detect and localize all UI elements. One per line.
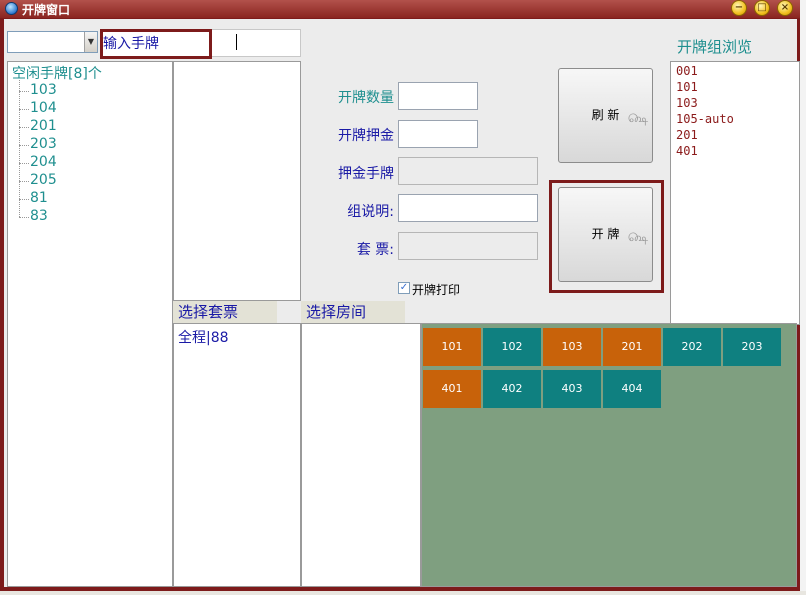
- refresh-button[interactable]: 刷 新 ௸: [558, 68, 653, 163]
- hand-input-highlight: [100, 29, 212, 59]
- refresh-button-label: 刷 新: [591, 108, 620, 122]
- open-group-item[interactable]: 001: [676, 64, 698, 78]
- tree-branch-line: [19, 91, 29, 92]
- window-title: 开牌窗口: [22, 3, 71, 17]
- tree-item[interactable]: 81: [30, 190, 48, 206]
- room-list[interactable]: [301, 323, 421, 587]
- print-checkbox[interactable]: ✓: [398, 282, 410, 294]
- room-tile[interactable]: 201: [603, 328, 661, 366]
- tree-branch-line: [19, 181, 29, 182]
- open-button-label: 开 牌: [591, 227, 620, 241]
- package-list-item[interactable]: 全程|88: [178, 327, 229, 347]
- tree-item[interactable]: 201: [30, 118, 57, 134]
- browse-title: 开牌组浏览: [677, 38, 753, 56]
- open-count-input[interactable]: [398, 82, 478, 110]
- tree-connector-line: [19, 80, 20, 217]
- deposit-hand-input[interactable]: [398, 157, 538, 185]
- title-bar[interactable]: 开牌窗口 − □ ×: [0, 0, 801, 18]
- room-tile[interactable]: 102: [483, 328, 541, 366]
- open-group-item[interactable]: 201: [676, 128, 698, 142]
- room-tile[interactable]: 203: [723, 328, 781, 366]
- tree-branch-line: [19, 163, 29, 164]
- room-tile[interactable]: 103: [543, 328, 601, 366]
- deposit-label: 开牌押金: [338, 128, 394, 144]
- tree-item[interactable]: 83: [30, 208, 48, 224]
- tree-item[interactable]: 203: [30, 136, 57, 152]
- open-group-item[interactable]: 103: [676, 96, 698, 110]
- package-input[interactable]: [398, 232, 538, 260]
- swirl-decoration-icon: ௸: [627, 111, 648, 126]
- room-tile[interactable]: 402: [483, 370, 541, 408]
- hand-selection-list[interactable]: [173, 61, 301, 301]
- room-tile[interactable]: 401: [423, 370, 481, 408]
- chevron-down-icon[interactable]: ▼: [84, 32, 97, 52]
- open-button[interactable]: 开 牌 ௸: [558, 187, 653, 282]
- package-label: 套 票:: [356, 242, 394, 258]
- minimize-button[interactable]: −: [731, 0, 747, 16]
- maximize-button[interactable]: □: [754, 0, 770, 16]
- deposit-input[interactable]: [398, 120, 478, 148]
- text-caret: [236, 34, 237, 50]
- group-note-label: 组说明:: [347, 204, 394, 220]
- open-group-item[interactable]: 101: [676, 80, 698, 94]
- tree-branch-line: [19, 199, 29, 200]
- group-note-input[interactable]: [398, 194, 538, 222]
- background-window-edge: [800, 0, 806, 595]
- tree-branch-line: [19, 127, 29, 128]
- tree-item[interactable]: 103: [30, 82, 57, 98]
- tree-root-label[interactable]: 空闲手牌[8]个: [12, 63, 102, 83]
- bottom-strip: [0, 591, 806, 595]
- tree-item[interactable]: 204: [30, 154, 57, 170]
- room-tile[interactable]: 404: [603, 370, 661, 408]
- app-icon: [5, 2, 18, 15]
- deposit-hand-label: 押金手牌: [338, 166, 394, 182]
- package-section-title: 选择套票: [173, 301, 277, 323]
- room-tile[interactable]: 202: [663, 328, 721, 366]
- tree-item[interactable]: 205: [30, 172, 57, 188]
- open-group-item[interactable]: 105-auto: [676, 112, 734, 126]
- room-tile[interactable]: 101: [423, 328, 481, 366]
- swirl-decoration-icon: ௸: [627, 230, 648, 245]
- open-group-item[interactable]: 401: [676, 144, 698, 158]
- close-button[interactable]: ×: [777, 0, 793, 16]
- tree-branch-line: [19, 217, 29, 218]
- tree-branch-line: [19, 145, 29, 146]
- tree-branch-line: [19, 109, 29, 110]
- package-list[interactable]: [173, 323, 301, 587]
- open-count-label: 开牌数量: [338, 90, 394, 106]
- room-section-title: 选择房间: [301, 301, 405, 323]
- room-tile[interactable]: 403: [543, 370, 601, 408]
- tree-item[interactable]: 104: [30, 100, 57, 116]
- print-checkbox-label[interactable]: 开牌打印: [412, 281, 460, 298]
